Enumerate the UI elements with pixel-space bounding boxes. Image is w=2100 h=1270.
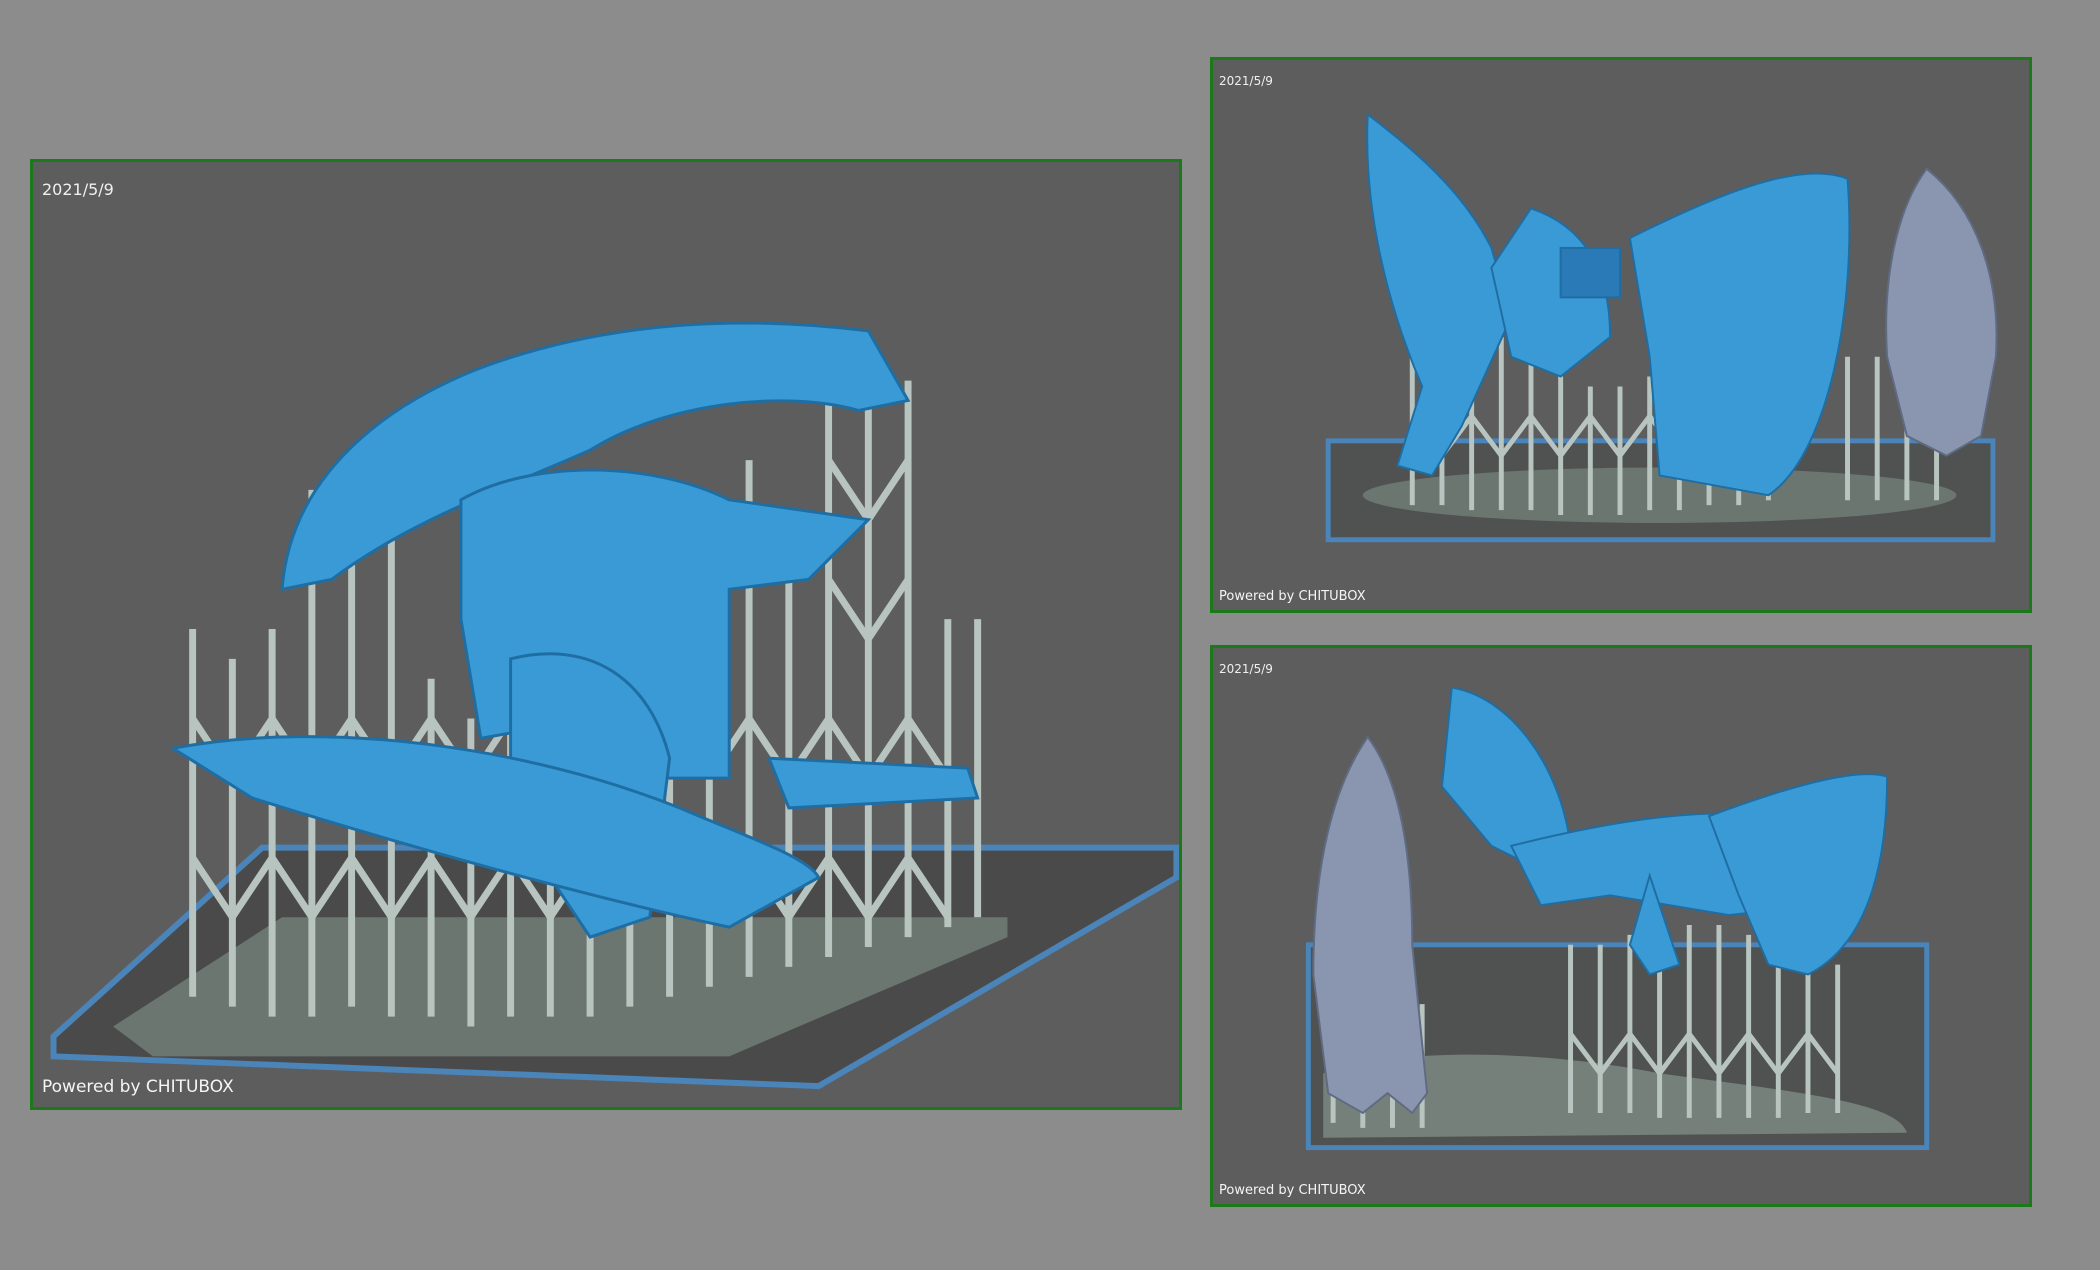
date-stamp: 2021/5/9 <box>1219 662 1273 676</box>
top-right-viewport[interactable]: 2021/5/9 Powered by CHITUBOX <box>1210 57 2032 613</box>
bottom-right-model-scene[interactable] <box>1213 648 2029 1204</box>
powered-by-credit: Powered by CHITUBOX <box>1219 1183 1366 1198</box>
powered-by-credit: Powered by CHITUBOX <box>1219 589 1366 604</box>
main-viewport[interactable]: 2021/5/9 Powered by CHITUBOX <box>30 159 1182 1110</box>
powered-by-credit: Powered by CHITUBOX <box>42 1077 234 1097</box>
date-stamp: 2021/5/9 <box>42 180 114 199</box>
figure-model <box>1312 735 1429 1115</box>
date-stamp: 2021/5/9 <box>1219 74 1273 88</box>
dragon-model <box>1440 686 1889 976</box>
main-model-scene[interactable] <box>33 162 1179 1107</box>
top-right-model-scene[interactable] <box>1213 60 2029 610</box>
figure-model <box>1885 167 1998 457</box>
bottom-right-viewport[interactable]: 2021/5/9 Powered by CHITUBOX <box>1210 645 2032 1207</box>
